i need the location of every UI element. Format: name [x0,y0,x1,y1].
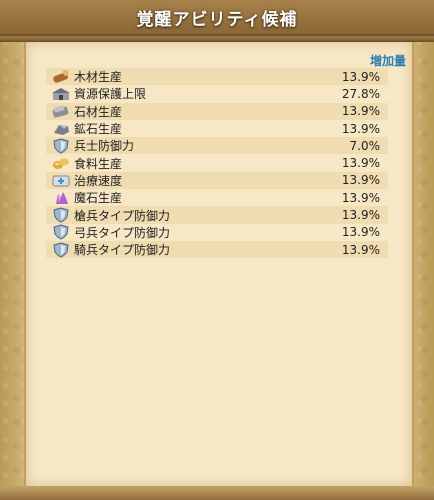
ability-label: 兵士防御力 [74,139,135,154]
list-item: 騎兵タイプ防御力 13.9% [46,240,388,259]
ability-value: 13.9% [341,190,380,205]
list-item: 鉱石生産 13.9% [46,119,388,138]
shield-icon [50,137,72,154]
shield-icon [50,224,72,241]
increase-column-header: 増加量 [369,54,406,68]
list-item: 食料生産 13.9% [46,154,388,172]
list-item: 資源保護上限 27.8% [46,85,388,103]
ability-label: 木材生産 [74,70,123,85]
ability-value: 13.9% [341,173,380,188]
ability-value: 7.0% [349,138,381,153]
list-item: 兵士防御力 7.0% [46,137,388,155]
ability-label: 槍兵タイプ防御力 [74,208,171,223]
ability-list: 木材生産 13.9% 資源保護上限 27.8% 石材生産 13.9% 鉱石生産 … [46,68,388,259]
ability-value: 13.9% [341,242,380,257]
list-item: 治療速度 13.9% [46,171,388,190]
scroll-rod [0,34,434,42]
list-item: 魔石生産 13.9% [46,189,388,207]
scroll-bottom-edge [0,486,434,500]
ability-label: 騎兵タイプ防御力 [74,243,171,258]
ability-value: 13.9% [341,225,380,240]
ability-label: 治療速度 [74,173,123,188]
list-item: 槍兵タイプ防御力 13.9% [46,206,388,224]
shield-icon [50,241,72,258]
title-bar: 覚醒アビリティ候補 [0,0,434,34]
ability-value: 27.8% [341,86,380,101]
stone-icon [50,103,72,120]
page-title: 覚醒アビリティ候補 [136,9,298,30]
ability-value: 13.9% [341,104,380,119]
ability-value: 13.9% [341,208,380,223]
ore-icon [50,120,72,137]
list-item: 木材生産 13.9% [46,68,388,86]
ability-label: 石材生産 [74,104,123,119]
crystal-icon [50,189,72,206]
ability-label: 弓兵タイプ防御力 [74,225,171,240]
wood-log-icon [50,68,72,85]
ability-label: 鉱石生産 [74,122,123,137]
ability-label: 資源保護上限 [74,87,147,102]
food-icon [50,155,72,172]
ability-value: 13.9% [341,156,380,171]
ability-value: 13.9% [341,121,380,136]
shield-icon [50,207,72,224]
ability-value: 13.9% [341,69,380,84]
medkit-icon [50,172,72,189]
warehouse-icon [50,85,72,102]
list-item: 弓兵タイプ防御力 13.9% [46,223,388,241]
ability-label: 食料生産 [74,156,123,171]
ability-label: 魔石生産 [74,191,123,206]
list-item: 石材生産 13.9% [46,102,388,120]
